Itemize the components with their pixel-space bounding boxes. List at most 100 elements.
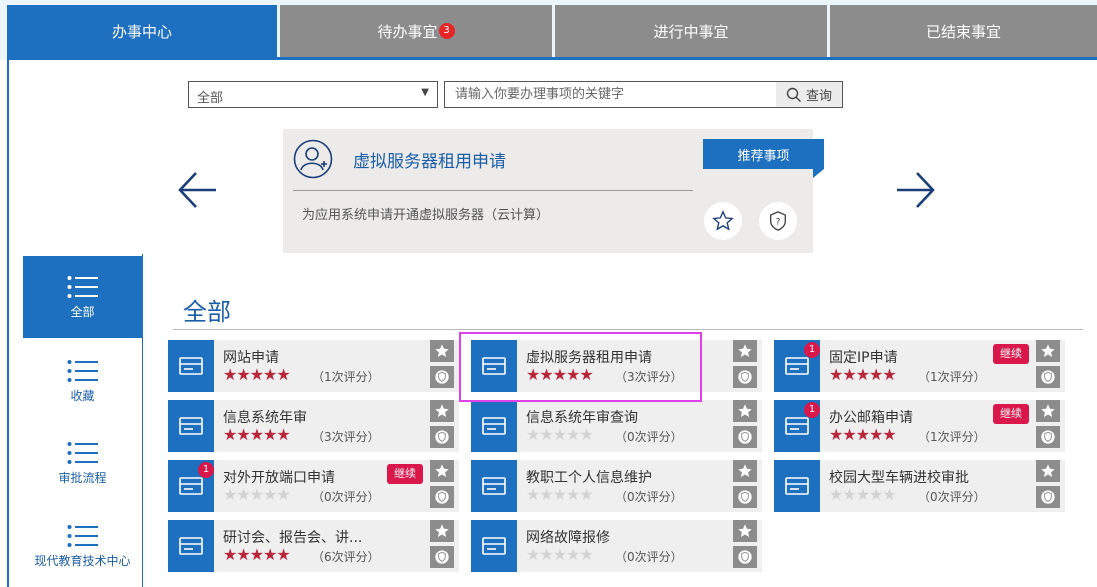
rating-stars: ★★★★★ [829, 365, 897, 384]
dropdown-arrow-icon: ▼ [421, 87, 429, 98]
tab-finished[interactable]: 已结束事宜 [830, 5, 1097, 57]
service-item[interactable]: 虚拟服务器租用申请 ★★★★★ （3次评分） [471, 340, 762, 392]
search-input[interactable] [445, 82, 776, 107]
service-name[interactable]: 信息系统年审查询 [526, 407, 638, 427]
star-icon [435, 344, 449, 357]
sidebar-item-approval-flow[interactable]: 审批流程 [23, 422, 142, 504]
favorite-button[interactable] [430, 400, 454, 422]
favorite-button[interactable] [733, 340, 757, 362]
category-select[interactable]: 全部 ▼ [188, 81, 438, 108]
guide-button[interactable] [1036, 366, 1060, 388]
rating-star: ★ [249, 485, 264, 504]
favorite-button[interactable] [733, 400, 757, 422]
favorite-button[interactable] [733, 520, 757, 542]
star-outline-icon [712, 210, 734, 231]
service-name[interactable]: 网站申请 [223, 347, 279, 367]
service-name[interactable]: 固定IP申请 [829, 347, 898, 367]
service-item[interactable]: 信息系统年审查询 ★★★★★ （0次评分） [471, 400, 762, 452]
arrow-right-icon[interactable] [893, 168, 937, 212]
rating-star: ★ [579, 365, 593, 384]
favorite-button[interactable] [430, 340, 454, 362]
pending-badge: 1 [804, 342, 820, 358]
guide-button[interactable] [430, 366, 454, 388]
rating-star: ★ [249, 425, 264, 444]
favorite-button[interactable] [1036, 340, 1060, 362]
guide-button[interactable] [430, 486, 454, 508]
continue-button[interactable]: 继续 [387, 464, 423, 484]
service-name[interactable]: 信息系统年审 [223, 407, 307, 427]
rating-count: （3次评分） [615, 370, 683, 384]
svg-text:?: ? [776, 217, 781, 228]
rating-star: ★ [869, 365, 883, 384]
arrow-left-icon[interactable] [176, 168, 220, 212]
service-item[interactable]: 信息系统年审 ★★★★★ （3次评分） [168, 400, 459, 452]
service-name[interactable]: 校园大型车辆进校审批 [829, 467, 969, 487]
favorite-button[interactable] [1036, 400, 1060, 422]
star-icon [738, 344, 752, 357]
guide-button[interactable] [733, 546, 757, 568]
recommended-tag-tail [813, 169, 824, 178]
star-icon [738, 524, 752, 537]
tab-service-center[interactable]: 办事中心 [7, 5, 277, 57]
tab-in-progress[interactable]: 进行中事宜 [555, 5, 827, 57]
rating-star: ★ [236, 365, 250, 384]
service-item[interactable]: 教职工个人信息维护 ★★★★★ （0次评分） [471, 460, 762, 512]
service-name[interactable]: 对外开放端口申请 [223, 467, 335, 487]
rating-stars: ★★★★★ [223, 425, 291, 444]
guide-button[interactable] [1036, 486, 1060, 508]
featured-description: 为应用系统申请开通虚拟服务器（云计算） [302, 208, 550, 223]
favorite-button[interactable] [704, 202, 742, 240]
sidebar-item-all[interactable]: 全部 [23, 256, 142, 338]
guide-button[interactable] [1036, 426, 1060, 448]
service-icon [168, 520, 214, 572]
service-name[interactable]: 办公邮箱申请 [829, 407, 913, 427]
service-name[interactable]: 研讨会、报告会、讲... [223, 527, 362, 547]
service-item[interactable]: 网站申请 ★★★★★ （1次评分） [168, 340, 459, 392]
service-icon [471, 460, 517, 512]
rating-star: ★ [552, 425, 567, 444]
service-name[interactable]: 网络故障报修 [526, 527, 610, 547]
card-icon [785, 417, 809, 435]
favorite-button[interactable] [733, 460, 757, 482]
rating-star: ★ [855, 485, 870, 504]
star-icon [435, 404, 449, 417]
rating-star: ★ [236, 425, 250, 444]
guide-button[interactable] [733, 486, 757, 508]
service-name[interactable]: 虚拟服务器租用申请 [526, 347, 652, 367]
service-item[interactable]: 1 对外开放端口申请 ★★★★★ （0次评分） 继续 [168, 460, 459, 512]
rating-star: ★ [855, 365, 870, 384]
rating-star: ★ [566, 425, 580, 444]
favorite-button[interactable] [430, 460, 454, 482]
guide-button[interactable] [430, 426, 454, 448]
rating-star: ★ [566, 485, 580, 504]
continue-button[interactable]: 继续 [993, 344, 1029, 364]
sidebar-item-favorites[interactable]: 收藏 [23, 340, 142, 422]
rating-star: ★ [842, 425, 856, 444]
search-button[interactable]: 查询 [776, 82, 842, 107]
rating-star: ★ [236, 545, 250, 564]
sidebar-item-tech-center[interactable]: 现代教育技术中心 [23, 505, 142, 587]
service-item[interactable]: 1 办公邮箱申请 ★★★★★ （1次评分） 继续 [774, 400, 1065, 452]
guide-button[interactable] [733, 366, 757, 388]
guide-button[interactable] [430, 546, 454, 568]
service-item[interactable]: 1 固定IP申请 ★★★★★ （1次评分） 继续 [774, 340, 1065, 392]
favorite-button[interactable] [430, 520, 454, 542]
rating-star: ★ [882, 485, 896, 504]
service-item[interactable]: 校园大型车辆进校审批 ★★★★★ （0次评分） [774, 460, 1065, 512]
service-name[interactable]: 教职工个人信息维护 [526, 467, 652, 487]
rating-star: ★ [526, 365, 540, 384]
guide-button[interactable] [733, 426, 757, 448]
rating-stars: ★★★★★ [223, 365, 291, 384]
sidebar-border [142, 254, 143, 587]
favorite-button[interactable] [1036, 460, 1060, 482]
card-icon [179, 357, 203, 375]
pending-badge: 1 [804, 402, 820, 418]
service-item[interactable]: 网络故障报修 ★★★★★ （0次评分） [471, 520, 762, 572]
rating-star: ★ [236, 485, 250, 504]
guide-button[interactable]: ? [759, 202, 797, 240]
service-item[interactable]: 研讨会、报告会、讲... ★★★★★ （6次评分） [168, 520, 459, 572]
shield-question-icon [435, 430, 449, 444]
continue-button[interactable]: 继续 [993, 404, 1029, 424]
tab-pending[interactable]: 待办事宜 3 [280, 5, 552, 57]
rating-star: ★ [223, 545, 237, 564]
